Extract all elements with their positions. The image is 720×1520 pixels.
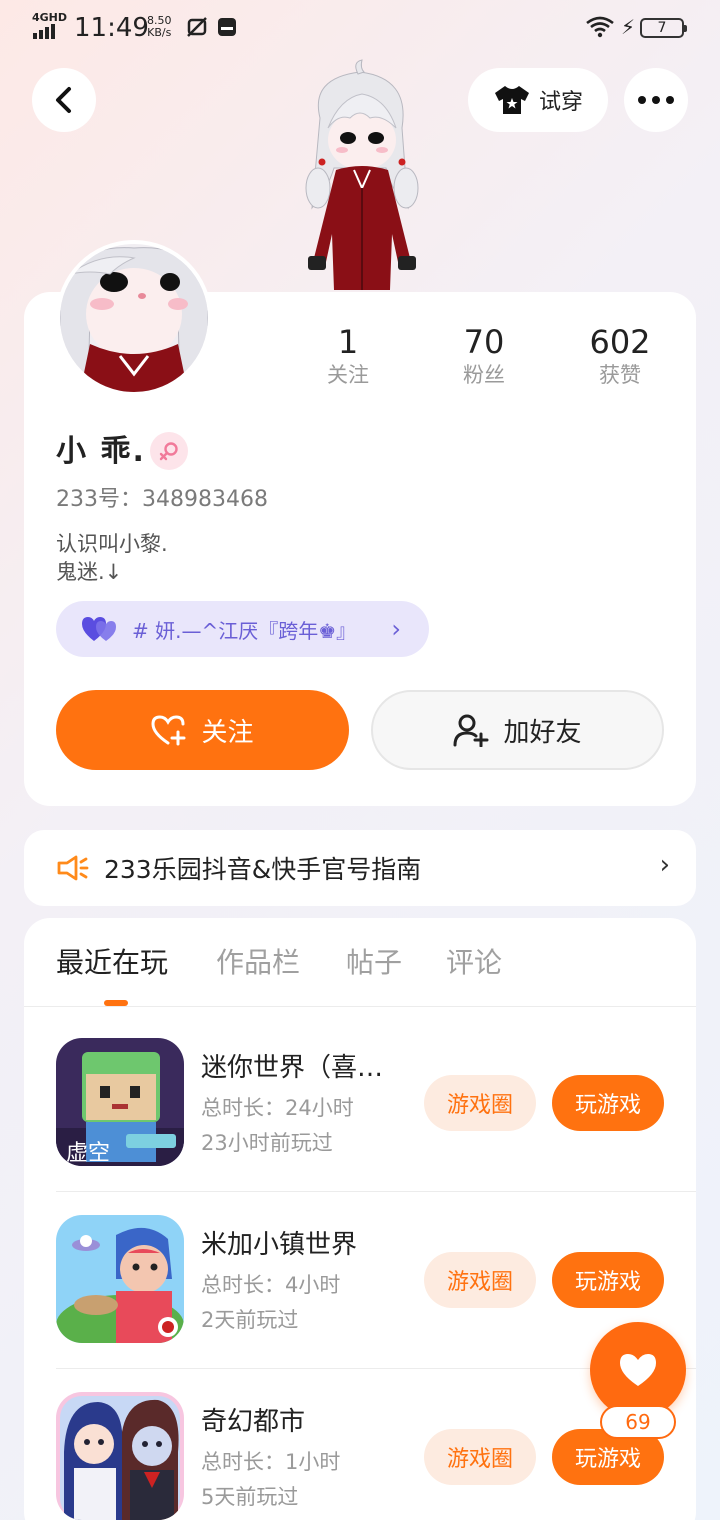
game-last-played: 2天前玩过 — [201, 1308, 299, 1332]
charging-icon: ⚡ — [621, 15, 636, 39]
stat-likes[interactable]: 602 获赞 — [565, 324, 675, 390]
bio: 认识叫小黎. 鬼迷.↓ — [56, 530, 168, 586]
heart-icon — [620, 1354, 656, 1386]
game-last-played: 23小时前玩过 — [201, 1131, 333, 1155]
user-id-row[interactable]: 233号：348983468 — [56, 486, 268, 514]
add-friend-label: 加好友 — [503, 717, 582, 748]
game-last-played: 5天前玩过 — [201, 1485, 299, 1509]
chevron-right-icon: › — [391, 615, 401, 643]
game-duration: 总时长：4小时 — [201, 1273, 341, 1297]
back-button[interactable] — [32, 68, 96, 132]
stat-fans-label: 粉丝 — [463, 363, 505, 387]
announcement-text: 233乐园抖音&快手官号指南 — [104, 855, 422, 884]
game-circle-button[interactable]: 游戏圈 — [424, 1075, 536, 1131]
stat-following-label: 关注 — [327, 363, 369, 387]
play-game-button[interactable]: 玩游戏 — [552, 1252, 664, 1308]
signal-icon — [33, 24, 55, 39]
like-count-badge: 69 — [600, 1405, 676, 1439]
tab-recently-played[interactable]: 最近在玩 — [56, 946, 168, 980]
clock: 11:49 — [74, 13, 149, 43]
bio-line: 认识叫小黎. — [56, 532, 168, 556]
user-id-label: 233号： — [56, 487, 142, 512]
more-dots-icon — [638, 96, 674, 104]
divider — [56, 1191, 696, 1192]
game-title[interactable]: 米加小镇世界 — [201, 1229, 411, 1261]
divider — [24, 1006, 696, 1007]
stat-following-value: 1 — [337, 323, 359, 361]
game-icon-lettering: 虚空 — [66, 1141, 110, 1166]
username: 小 乖. — [56, 434, 146, 469]
female-gender-icon — [150, 432, 188, 470]
more-button[interactable] — [624, 68, 688, 132]
stat-likes-label: 获赞 — [599, 363, 641, 387]
tab-works[interactable]: 作品栏 — [216, 946, 300, 980]
game-duration: 总时长：1小时 — [201, 1450, 341, 1474]
battery-indicator: 7 — [640, 18, 687, 38]
wifi-icon — [586, 16, 614, 38]
add-friend-button[interactable]: 加好友 — [371, 690, 664, 770]
relationship-tag[interactable]: # 妍.—^江厌『跨年♚』 › — [56, 601, 429, 657]
chevron-right-icon: › — [659, 850, 670, 880]
megaphone-icon — [57, 855, 89, 881]
game-circle-button[interactable]: 游戏圈 — [424, 1252, 536, 1308]
tab-posts[interactable]: 帖子 — [346, 946, 402, 980]
shirt-icon — [494, 86, 529, 114]
game-title[interactable]: 奇幻都市 — [201, 1406, 411, 1438]
avatar-image — [60, 244, 208, 392]
try-on-button[interactable]: 试穿 — [468, 68, 608, 132]
announcement-banner[interactable]: 233乐园抖音&快手官号指南 › — [24, 830, 696, 906]
avatar-character-image — [305, 59, 419, 290]
mute-icon — [187, 17, 207, 37]
double-heart-icon — [82, 617, 116, 641]
game-duration: 总时长：24小时 — [201, 1096, 354, 1120]
chevron-left-icon — [56, 87, 71, 113]
game-circle-button[interactable]: 游戏圈 — [424, 1429, 536, 1485]
profile-avatar[interactable] — [56, 240, 212, 396]
game-icon-miga-town[interactable] — [56, 1215, 184, 1343]
network-indicator: 4GHD — [32, 11, 68, 24]
add-user-icon — [453, 714, 489, 747]
stat-fans[interactable]: 70 粉丝 — [429, 324, 539, 390]
stat-likes-value: 602 — [589, 323, 651, 361]
status-bar: 4GHD 11:49 8.50 KB/s ⚡ 7 — [0, 0, 720, 56]
follow-label: 关注 — [201, 717, 254, 748]
like-fab-button[interactable] — [590, 1322, 686, 1418]
follow-button[interactable]: 关注 — [56, 690, 349, 770]
game-title[interactable]: 迷你世界（喜… — [201, 1052, 411, 1084]
try-on-label: 试穿 — [538, 90, 583, 115]
game-icon-mini-world[interactable]: 虚空 — [56, 1038, 184, 1166]
relationship-tag-text: # 妍.—^江厌『跨年♚』 — [132, 618, 357, 643]
heart-plus-icon — [151, 715, 186, 746]
bio-line: 鬼迷.↓ — [56, 560, 123, 584]
stat-following[interactable]: 1 关注 — [293, 324, 403, 390]
stat-fans-value: 70 — [463, 323, 505, 361]
sim-card-icon — [218, 18, 236, 36]
network-speed: 8.50 KB/s — [147, 14, 172, 39]
game-icon-fantasy-city[interactable] — [56, 1392, 184, 1520]
play-game-button[interactable]: 玩游戏 — [552, 1075, 664, 1131]
user-id-value: 348983468 — [142, 487, 268, 512]
tab-comments[interactable]: 评论 — [446, 946, 502, 980]
